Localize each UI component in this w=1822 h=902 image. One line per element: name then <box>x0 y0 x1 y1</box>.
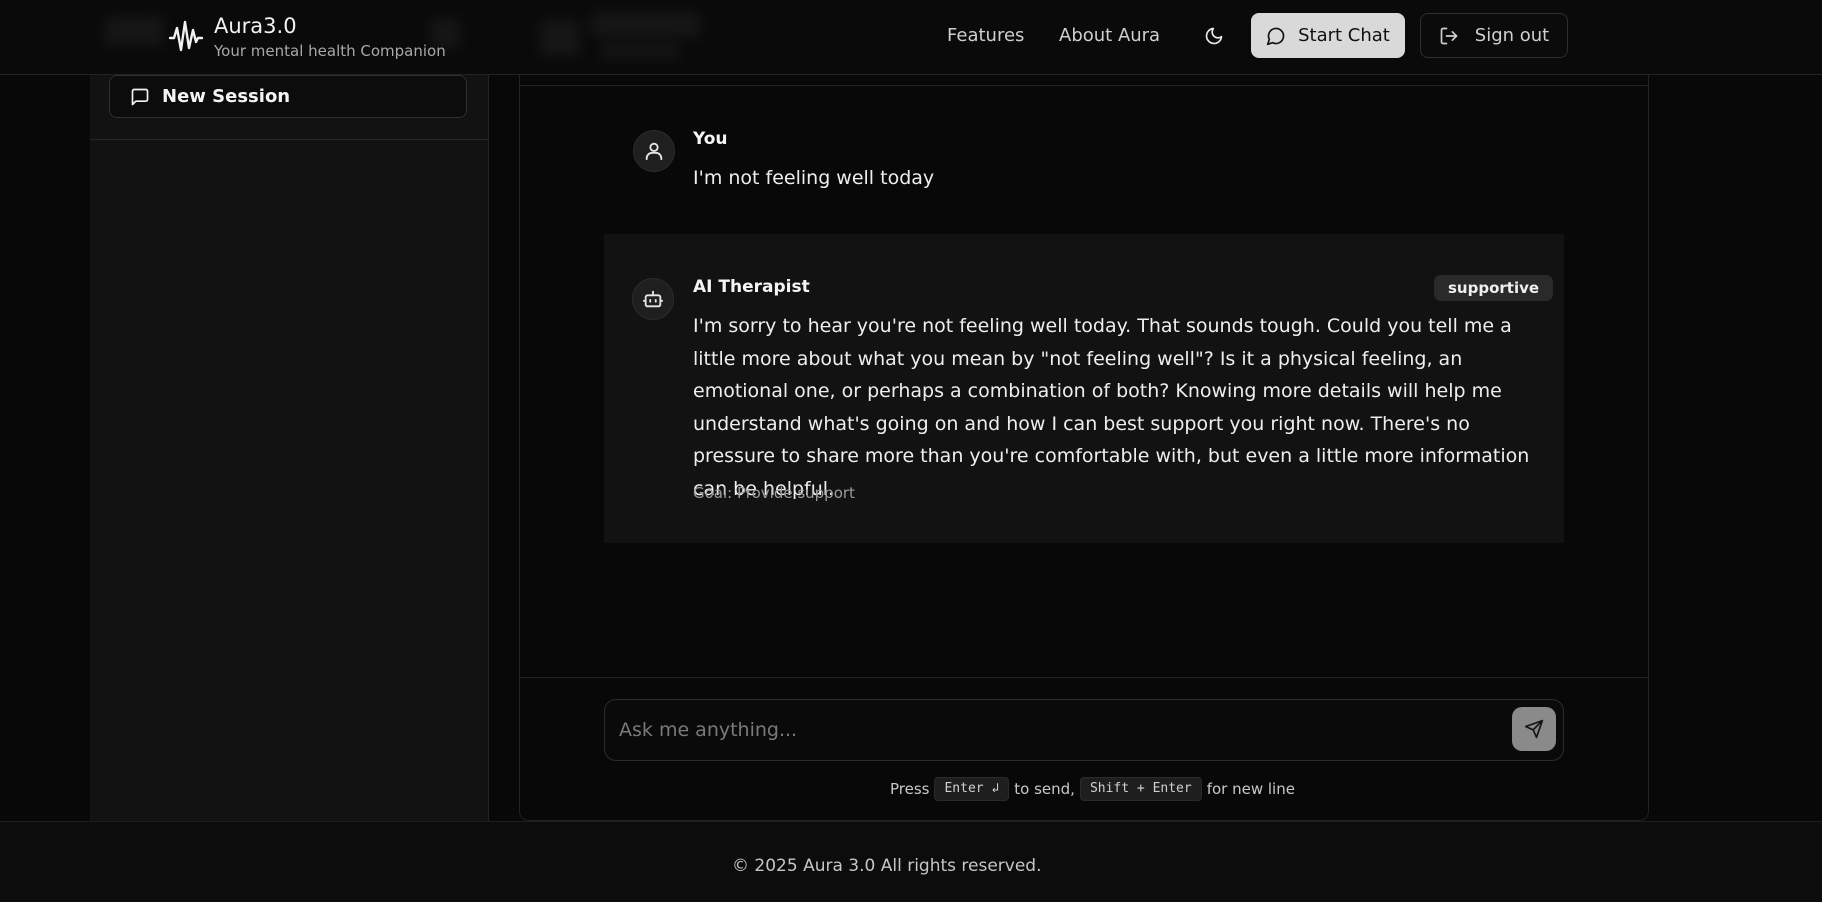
user-message-text: I'm not feeling well today <box>693 167 935 189</box>
top-header: Aura3.0 Your mental health Companion Fea… <box>0 0 1822 75</box>
start-chat-button[interactable]: Start Chat <box>1251 13 1405 58</box>
tone-badge: supportive <box>1434 275 1554 301</box>
sessions-sidebar: New Session <box>90 75 489 821</box>
message-square-icon <box>131 88 149 105</box>
theme-toggle-button[interactable] <box>1198 20 1230 52</box>
user-avatar <box>633 130 675 172</box>
brand[interactable]: Aura3.0 Your mental health Companion <box>168 12 446 61</box>
copyright-text: © 2025 Aura 3.0 All rights reserved. <box>732 856 1042 876</box>
send-button[interactable] <box>1512 707 1556 751</box>
user-message-sender: You <box>693 129 728 149</box>
log-out-icon <box>1440 27 1458 44</box>
moon-icon <box>1205 27 1223 45</box>
brand-title: Aura3.0 <box>214 14 297 38</box>
waveform-logo-icon <box>168 20 204 52</box>
nav-features[interactable]: Features <box>947 24 1024 48</box>
hint-press: Press <box>890 780 930 798</box>
chat-top-divider <box>520 85 1648 86</box>
sidebar-header: New Session <box>90 75 488 140</box>
sign-out-label: Sign out <box>1474 25 1550 46</box>
message-input[interactable] <box>619 712 1479 748</box>
shift-enter-key: Shift + Enter <box>1079 777 1202 801</box>
hint-to-send: to send, <box>1014 780 1075 798</box>
sign-out-button[interactable]: Sign out <box>1420 13 1568 58</box>
new-session-label: New Session <box>162 86 291 107</box>
start-chat-label: Start Chat <box>1298 25 1390 46</box>
ai-message-text: I'm sorry to hear you're not feeling wel… <box>693 315 1530 500</box>
ai-message-goal: Goal: Provide support <box>693 484 855 502</box>
bot-icon <box>642 290 664 308</box>
chat-input-divider <box>520 677 1648 678</box>
user-icon <box>645 142 663 161</box>
new-session-button[interactable]: New Session <box>109 75 467 118</box>
nav-about-aura[interactable]: About Aura <box>1059 24 1160 48</box>
brand-subtitle: Your mental health Companion <box>214 42 446 60</box>
chat-bubble-icon <box>1266 27 1285 45</box>
ai-message-sender: AI Therapist <box>693 277 810 297</box>
keyboard-hint: Press Enter ↲ to send, Shift + Enter for… <box>890 777 1295 801</box>
ai-avatar <box>632 278 674 320</box>
send-icon <box>1524 719 1544 739</box>
footer: © 2025 Aura 3.0 All rights reserved. <box>0 821 1822 902</box>
hint-new-line: for new line <box>1206 780 1295 798</box>
enter-key: Enter ↲ <box>934 777 1010 801</box>
message-composer <box>604 699 1564 761</box>
